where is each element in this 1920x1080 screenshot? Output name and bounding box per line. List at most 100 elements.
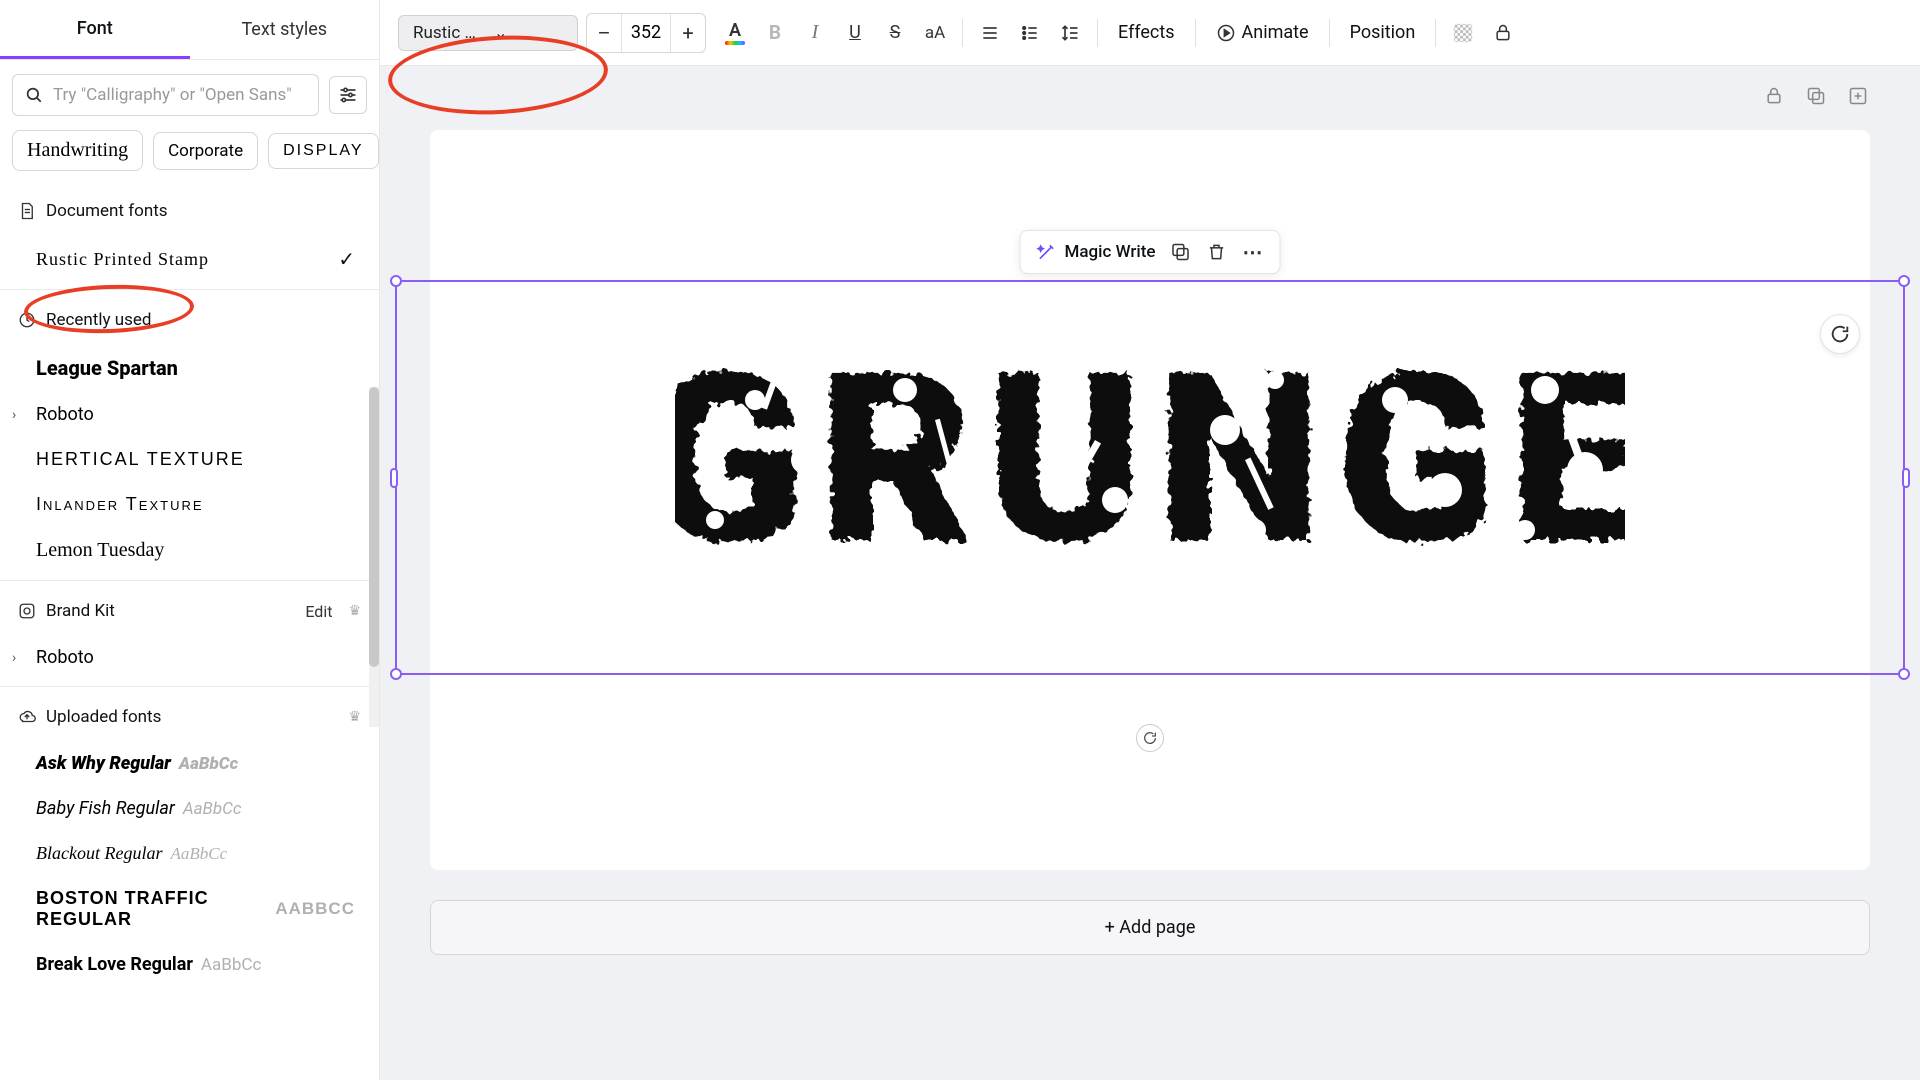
font-preview: Lemon Tuesday [36, 539, 164, 562]
font-brand-roboto[interactable]: › Roboto [0, 635, 379, 680]
font-sample: AaBbCc [201, 955, 261, 975]
magic-label: Magic Write [1064, 242, 1155, 262]
section-label: Uploaded fonts [46, 707, 161, 727]
font-break-love[interactable]: Break Love Regular AaBbCc [0, 942, 379, 987]
canvas-text[interactable]: GRUNGE [430, 340, 1870, 590]
separator [0, 686, 379, 687]
font-preview: BOSTON TRAFFIC REGULAR [36, 888, 267, 930]
resize-handle-tl[interactable] [390, 275, 402, 287]
chip-corporate[interactable]: Corporate [153, 132, 258, 170]
divider [1097, 19, 1098, 47]
font-preview: Break Love Regular [36, 954, 193, 975]
alignment-button[interactable] [971, 14, 1009, 52]
font-preview: Rustic Printed Stamp [36, 249, 209, 270]
font-list: Document fonts Rustic Printed Stamp ✓ Re… [0, 187, 379, 1080]
copy-page-icon[interactable] [1804, 84, 1828, 108]
effects-button[interactable]: Effects [1106, 22, 1187, 43]
resize-handle-mr[interactable] [1902, 468, 1910, 488]
font-blackout[interactable]: Blackout Regular AaBbCc [0, 831, 379, 876]
sidebar-scrollbar[interactable] [369, 387, 379, 727]
tab-text-styles[interactable]: Text styles [190, 0, 380, 59]
separator [0, 289, 379, 290]
resize-handle-bl[interactable] [390, 668, 402, 680]
expand-icon[interactable]: › [12, 650, 16, 666]
font-preview: Ask Why Regular [36, 753, 171, 774]
chip-handwriting[interactable]: Handwriting [12, 130, 143, 171]
duplicate-button[interactable] [1170, 241, 1192, 263]
lock-button[interactable] [1484, 14, 1522, 52]
font-size-value[interactable]: 352 [621, 14, 671, 52]
font-preview: HERTICAL TEXTURE [36, 449, 245, 470]
magic-write-button[interactable]: Magic Write [1036, 242, 1155, 262]
position-button[interactable]: Position [1338, 22, 1428, 43]
transparency-button[interactable] [1444, 14, 1482, 52]
font-search-box[interactable] [12, 74, 319, 116]
animate-label: Animate [1242, 22, 1309, 43]
underline-icon: U [849, 22, 861, 43]
underline-button[interactable]: U [836, 14, 874, 52]
font-sample: AABBCC [275, 899, 355, 919]
font-league-spartan[interactable]: League Spartan [0, 344, 379, 392]
crown-icon: ♛ [348, 603, 361, 619]
filter-button[interactable] [329, 76, 367, 114]
font-lemon-tuesday[interactable]: Lemon Tuesday [0, 527, 379, 574]
section-label: Recently used [46, 310, 152, 330]
text-toolbar: Rustic Printed St... ⌄ – 352 + A B I U S… [380, 0, 1920, 66]
strikethrough-button[interactable]: S [876, 14, 914, 52]
strikethrough-icon: S [890, 22, 901, 43]
separator [0, 580, 379, 581]
add-page-button[interactable]: + Add page [430, 900, 1870, 955]
font-search-input[interactable] [53, 85, 306, 105]
font-inlander-texture[interactable]: Inlander Texture [0, 482, 379, 527]
font-sidebar: Font Text styles Handwriting Corporate D… [0, 0, 380, 1080]
bullet-list-button[interactable] [1011, 14, 1049, 52]
increase-size-button[interactable]: + [671, 14, 705, 52]
expand-icon[interactable]: › [12, 407, 16, 423]
font-boston-traffic[interactable]: BOSTON TRAFFIC REGULAR AABBCC [0, 876, 379, 942]
font-roboto[interactable]: › Roboto [0, 392, 379, 437]
chip-display[interactable]: DISPLAY [268, 133, 378, 169]
section-label: Document fonts [46, 201, 168, 221]
font-rustic-printed-stamp[interactable]: Rustic Printed Stamp ✓ [0, 235, 379, 283]
chevron-down-icon: ⌄ [494, 23, 567, 42]
more-button[interactable]: ⋯ [1242, 241, 1264, 263]
crown-icon: ♛ [348, 709, 361, 725]
bold-button[interactable]: B [756, 14, 794, 52]
divider [1195, 19, 1196, 47]
font-preview: League Spartan [36, 356, 178, 380]
decrease-size-button[interactable]: – [587, 14, 621, 52]
font-preview: Roboto [36, 404, 94, 425]
resize-handle-tr[interactable] [1898, 275, 1910, 287]
italic-button[interactable]: I [796, 14, 834, 52]
resize-handle-br[interactable] [1898, 668, 1910, 680]
font-size-group: – 352 + [586, 13, 706, 53]
search-row [0, 60, 379, 130]
font-selector[interactable]: Rustic Printed St... ⌄ [398, 15, 578, 51]
rotate-handle[interactable] [1136, 724, 1164, 752]
document-icon [18, 202, 36, 220]
lock-page-icon[interactable] [1762, 84, 1786, 108]
uppercase-button[interactable]: aA [916, 14, 954, 52]
uppercase-icon: aA [925, 23, 945, 43]
sidebar-tabs: Font Text styles [0, 0, 379, 60]
edit-brand-kit[interactable]: Edit [305, 602, 332, 621]
section-label: Brand Kit [46, 601, 115, 621]
animate-button[interactable]: Animate [1204, 22, 1321, 43]
font-hertical-texture[interactable]: HERTICAL TEXTURE [0, 437, 379, 482]
section-document-fonts: Document fonts [0, 187, 379, 235]
resize-handle-ml[interactable] [390, 468, 398, 488]
tab-font[interactable]: Font [0, 0, 190, 59]
spacing-button[interactable] [1051, 14, 1089, 52]
section-recently-used: Recently used [0, 296, 379, 344]
font-preview: Roboto [36, 647, 94, 668]
brand-kit-icon [18, 602, 36, 620]
font-baby-fish[interactable]: Baby Fish Regular AaBbCc [0, 786, 379, 831]
category-chips: Handwriting Corporate DISPLAY › [0, 130, 379, 187]
design-page[interactable]: Magic Write ⋯ [430, 130, 1870, 870]
delete-button[interactable] [1206, 241, 1228, 263]
text-color-button[interactable]: A [716, 14, 754, 52]
refresh-button[interactable] [1820, 314, 1860, 354]
font-sample: AaBbCc [183, 799, 242, 819]
font-ask-why[interactable]: Ask Why Regular AaBbCc [0, 741, 379, 786]
add-page-icon[interactable] [1846, 84, 1870, 108]
